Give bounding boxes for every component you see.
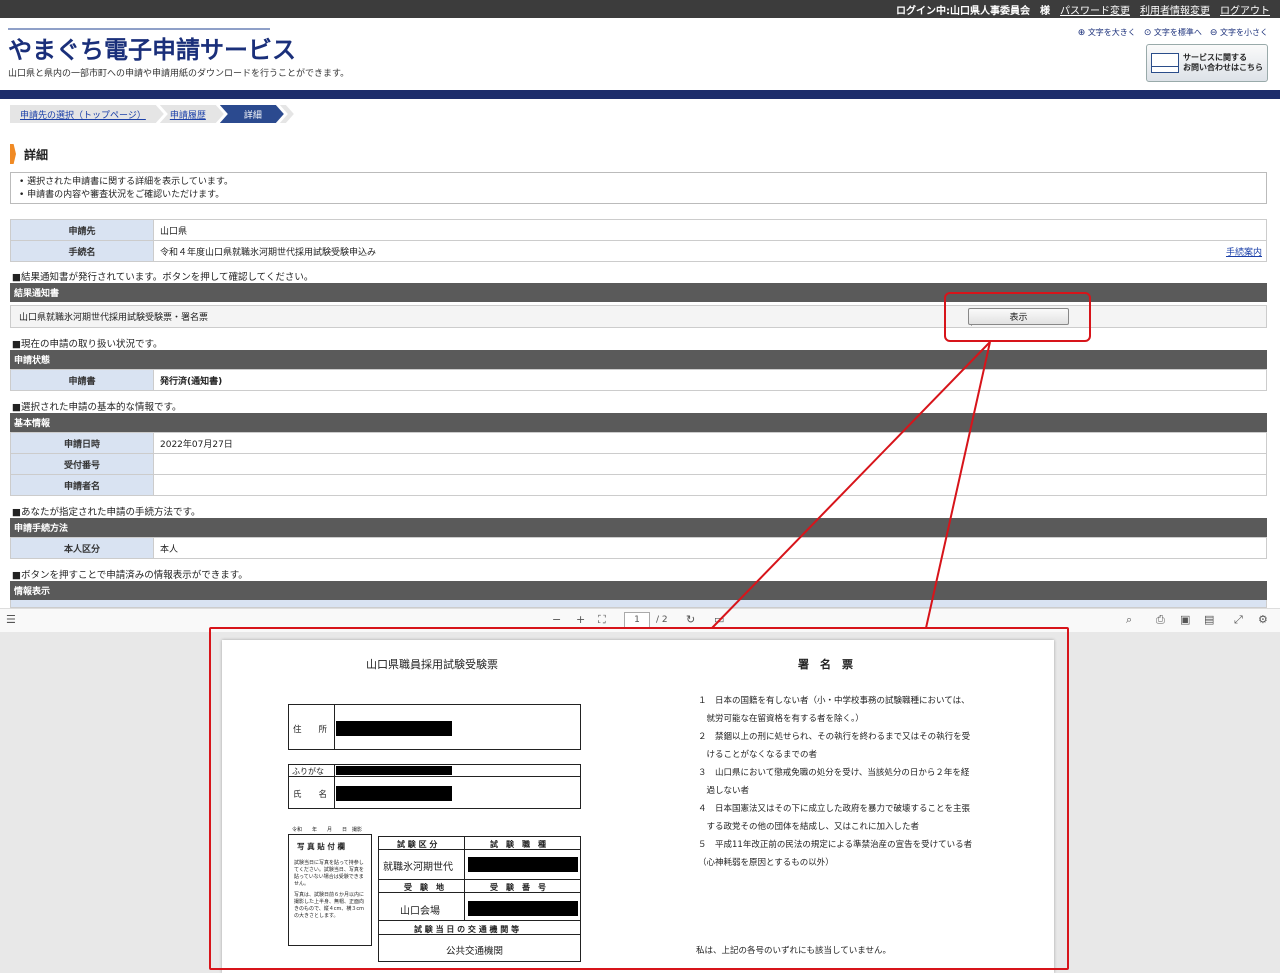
note-basic: ■選択された申請の基本的な情報です。 (12, 402, 182, 413)
method-section-header: 申請手続方法 (10, 518, 1267, 537)
annotation-highlight-button (944, 292, 1091, 342)
login-status: ログイン中:山口県人事委員会 様 (896, 5, 1050, 17)
result-doc-name: 山口県就職氷河期世代採用試験受験票・署名票 (19, 313, 209, 323)
dest-value: 山口県 (153, 219, 1267, 241)
logo-text: 電子申請サービス (104, 36, 296, 64)
procedure-guide-link[interactable]: 手続案内 (1226, 248, 1262, 258)
page-title: 詳細 (10, 144, 48, 164)
font-larger-button[interactable]: ⊕ 文字を大きく (1078, 27, 1136, 38)
font-larger-label: 文字を大きく (1087, 28, 1136, 37)
info-item: 申請書の内容や審査状況をご確認いただけます。 (19, 189, 1258, 202)
search-icon[interactable]: ⌕ (1126, 613, 1132, 627)
font-smaller-button[interactable]: ⊖ 文字を小さく (1210, 27, 1268, 38)
table-row: 申請日時 2022年07月27日 (10, 432, 1267, 454)
site-header: やまぐち電子申請サービス 山口県と県内の一部市町への申請や申請用紙のダウンロード… (0, 18, 1280, 90)
table-row: 申請者名 (10, 474, 1267, 496)
dest-label: 申請先 (10, 219, 154, 241)
method-value: 本人 (153, 537, 1267, 559)
font-standard-label: 文字を標準へ (1153, 28, 1202, 37)
breadcrumb-detail: 詳細 (220, 105, 284, 123)
method-label: 本人区分 (10, 537, 154, 559)
inquiry-line1: サービスに関する (1183, 53, 1247, 62)
page-total: / 2 (656, 615, 668, 625)
inquiry-label: サービスに関する お問い合わせはこちら (1183, 53, 1263, 73)
summary-table: 申請先 山口県 手続名 令和４年度山口県就職氷河期世代採用試験受験申込み 手続案… (10, 219, 1267, 262)
note-display: ■ボタンを押すことで申請済みの情報表示ができます。 (12, 570, 248, 581)
note-status: ■現在の申請の取り扱い状況です。 (12, 339, 163, 350)
proc-value: 令和４年度山口県就職氷河期世代採用試験受験申込み (153, 240, 1207, 262)
save-icon[interactable]: ▣ (1180, 613, 1190, 626)
note-result: ■結果通知書が発行されています。ボタンを押して確認してください。 (12, 272, 314, 283)
zoom-in-icon: ⊕ (1077, 28, 1086, 38)
note-method: ■あなたが指定された申請の手続方法です。 (12, 507, 201, 518)
font-standard-button[interactable]: ⊙ 文字を標準へ (1144, 27, 1202, 38)
status-table: 申請書 発行済(通知書) (10, 369, 1267, 391)
status-value: 発行済(通知書) (153, 369, 1267, 391)
settings-gear-icon[interactable]: ⚙ (1258, 613, 1268, 626)
breadcrumb-top[interactable]: 申請先の選択（トップページ） (10, 105, 164, 123)
save-as-icon[interactable]: ▤ (1204, 613, 1214, 626)
method-table: 本人区分 本人 (10, 537, 1267, 559)
page-root: { "topbar": { "login": "ログイン中:山口県人事委員会 様… (0, 0, 1280, 973)
status-label: 申請書 (10, 369, 154, 391)
receipt-number-label: 受付番号 (10, 453, 154, 475)
magnifier-icon: ⊙ (1143, 28, 1152, 38)
info-item: 選択された申請書に関する詳細を表示しています。 (19, 176, 1258, 189)
logout-link[interactable]: ログアウト (1220, 2, 1270, 17)
outline-icon[interactable]: ☰ (6, 613, 16, 626)
status-section-header: 申請状態 (10, 350, 1267, 369)
table-row: 受付番号 (10, 453, 1267, 475)
rotate-icon[interactable]: ↻ (686, 613, 695, 626)
receipt-number-value (153, 453, 1267, 475)
proc-label: 手続名 (10, 240, 154, 262)
display-row-peek (10, 600, 1267, 608)
font-smaller-label: 文字を小さく (1220, 28, 1268, 37)
page-title-text: 詳細 (24, 147, 49, 162)
applicant-name-label: 申請者名 (10, 474, 154, 496)
print-icon[interactable]: ⎙ (1156, 613, 1165, 627)
zoom-out-icon: ⊖ (1209, 28, 1218, 38)
user-info-change-link[interactable]: 利用者情報変更 (1140, 2, 1210, 17)
fit-page-icon[interactable]: ⛶ (598, 613, 606, 627)
info-box: 選択された申請書に関する詳細を表示しています。 申請書の内容や審査状況をご確認い… (10, 172, 1267, 204)
zoom-in-button[interactable]: + (576, 613, 585, 626)
breadcrumb: 申請先の選択（トップページ） 申請履歴 詳細 (10, 105, 290, 123)
password-change-link[interactable]: パスワード変更 (1060, 2, 1130, 17)
font-size-controls: ⊕ 文字を大きく ⊙ 文字を標準へ ⊖ 文字を小さく (1078, 27, 1268, 38)
annotation-highlight-pdf (209, 627, 1069, 970)
display-section-header: 情報表示 (10, 581, 1267, 600)
basic-table: 申請日時 2022年07月27日 受付番号 申請者名 (10, 432, 1267, 496)
zoom-out-button[interactable]: − (552, 613, 561, 626)
fullscreen-icon[interactable]: ⤢ (1234, 613, 1243, 627)
mail-icon (1151, 53, 1179, 73)
inquiry-line2: お問い合わせはこちら (1183, 63, 1263, 72)
header-band (0, 90, 1280, 99)
applicant-name-value (153, 474, 1267, 496)
date-value: 2022年07月27日 (153, 432, 1267, 454)
breadcrumb-history[interactable]: 申請履歴 (160, 105, 224, 123)
site-tagline: 山口県と県内の一部市町への申請や申請用紙のダウンロードを行うことができます。 (8, 69, 350, 79)
inquiry-button[interactable]: サービスに関する お問い合わせはこちら (1146, 44, 1268, 82)
site-logo[interactable]: やまぐち電子申請サービス (8, 30, 296, 65)
logo-kana: やまぐち (8, 36, 104, 64)
basic-section-header: 基本情報 (10, 413, 1267, 432)
top-account-bar: ログイン中:山口県人事委員会 様 パスワード変更 利用者情報変更 ログアウト (0, 0, 1280, 18)
date-label: 申請日時 (10, 432, 154, 454)
title-marker-icon (10, 144, 16, 164)
two-page-icon[interactable]: ▭ (714, 613, 724, 626)
